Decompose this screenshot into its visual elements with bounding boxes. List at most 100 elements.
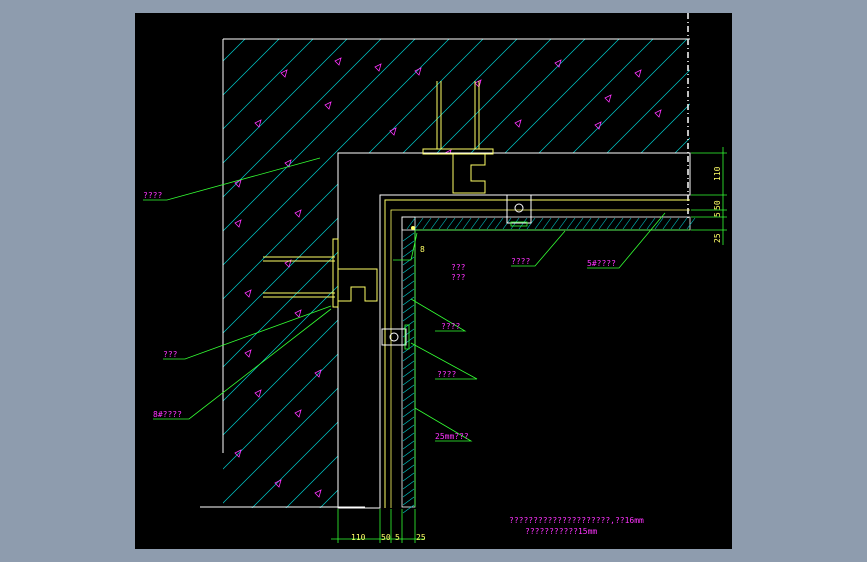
dim-right-110: 110 [713,166,722,181]
stone-hatch-line [622,217,632,230]
label-small-num: 8 [420,245,425,254]
stone-hatch-line [402,424,415,434]
stone-hatch-line [686,217,696,230]
hatch-line [223,39,306,508]
hatch-line [328,39,690,508]
aggregate-mark [414,67,422,76]
stone-hatch-line [582,217,592,230]
dim-bottom-5: 5 [395,533,400,542]
stone-hatch-line [662,217,672,230]
stone-hatch-line [670,217,680,230]
stone-hatch-line [402,400,415,410]
hatch-line [223,39,646,508]
hatch-line [223,39,578,508]
hatch-line [294,39,690,508]
dim-right-5: 5 [713,212,722,217]
hatch-line [223,39,442,508]
stone-hatch-line [402,472,415,482]
stone-hatch-line [402,264,415,274]
label-bracket: ??? [451,263,466,272]
stone-hatch-line [402,456,415,466]
hatch-line [396,39,690,508]
aggregate-mark [254,389,262,398]
left-anchors [263,238,378,308]
stone-hatch-line [646,217,656,230]
aggregate-mark [514,119,522,128]
stone-hatch-line [402,440,415,450]
stone-hatch-line [402,288,415,298]
hatch-line [223,39,272,508]
hatch-line [703,13,732,533]
aggregate-mark [294,309,302,318]
stone-hatch-line [486,217,496,230]
stone-hatch-line [630,217,640,230]
hatch-line [223,39,544,508]
stone-hatch-line [402,416,415,426]
hatch-line [135,13,203,533]
aggregate-mark [294,409,302,418]
stone-hatch-line [402,368,415,378]
dim-right-50: 50 [713,200,722,210]
stone-hatch-line [494,217,504,230]
hatch-line [223,39,238,508]
stone-hatch-line [402,240,415,250]
aggregate-mark [244,289,252,298]
stone-hatch-line [402,488,415,498]
note-line-2: ???????????15mm [525,527,597,536]
aggregate-mark [334,57,342,66]
cad-drawing: ???? ??? 8#???? ??? ??? ???? 5#???? ????… [135,13,732,543]
stone-hatch-line [598,217,608,230]
right-dimension [691,147,727,245]
stone-hatch-line [678,217,688,230]
stone-hatch-line [402,504,415,514]
stone-hatch-line [590,217,600,230]
aggregate-mark [234,219,242,228]
label-anchor: ??? [163,350,178,359]
hatch-line [634,39,690,508]
label-gap: ???? [441,322,460,331]
hatch-line [223,39,374,508]
stone-hatch-line [438,217,448,230]
stone-hatch-line [430,217,440,230]
aggregate-mark [324,101,332,110]
aggregate-mark [244,349,252,358]
concrete-hatch [135,13,732,533]
stone-hatch-line [402,280,415,290]
aggregate-mark [654,109,662,118]
stone-hatch-line [446,217,456,230]
dim-right-25: 25 [713,233,722,243]
stone-hatch-line [542,217,552,230]
stone-hatch-line [478,217,488,230]
stone-hatch-line [402,232,415,242]
hatch-line [260,39,690,508]
stone-hatch-line [402,480,415,490]
stone-panels [401,216,696,514]
hatch-line [532,39,690,508]
hatch-line [600,39,690,508]
aggregate-mark [294,209,302,218]
dim-bottom-25: 25 [416,533,426,542]
label-stone: 25mm??? [435,432,469,441]
stone-hatch-line [574,217,584,230]
stone-hatch-line [402,496,415,506]
hatch-line [498,39,690,508]
stone-hatch-line [566,217,576,230]
hatch-line [430,39,690,508]
hatch-line [464,39,690,508]
aggregate-mark [634,69,642,78]
aggregate-mark [314,489,322,498]
stone-hatch-line [402,352,415,362]
stone-hatch-line [402,408,415,418]
dim-bottom-50: 50 [381,533,391,542]
label-angle-steel: 8#???? [153,410,182,419]
stone-hatch-line [550,217,560,230]
hatch-line [668,39,690,508]
stone-hatch-line [402,392,415,402]
stone-hatch-line [402,464,415,474]
stone-hatch-line [402,256,415,266]
stone-hatch-line [470,217,480,230]
aggregate-mark [280,69,288,78]
cad-viewport[interactable]: ???? ??? 8#???? ??? ??? ???? 5#???? ????… [135,13,732,549]
stone-hatch-line [558,217,568,230]
stone-hatch-line [402,360,415,370]
